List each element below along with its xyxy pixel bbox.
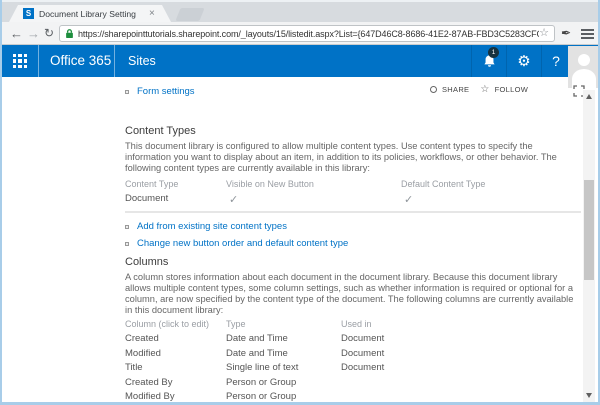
column-name-link[interactable]: Title bbox=[125, 361, 226, 376]
column-header: Visible on New Button bbox=[226, 179, 401, 189]
content-types-table-header: Content Type Visible on New Button Defau… bbox=[125, 179, 581, 189]
app-launcher-icon[interactable] bbox=[13, 54, 27, 68]
checkmark-icon: ✓ bbox=[401, 193, 581, 206]
https-lock-icon bbox=[65, 28, 74, 39]
scroll-down-icon[interactable] bbox=[586, 393, 592, 398]
bullet-icon bbox=[125, 242, 129, 246]
content-types-description: This document library is configured to a… bbox=[125, 141, 581, 174]
columns-title: Columns bbox=[125, 256, 581, 268]
bullet-icon bbox=[125, 90, 129, 94]
address-bar[interactable]: https://sharepointtutorials.sharepoint.c… bbox=[59, 25, 555, 42]
nav-sites[interactable]: Sites bbox=[128, 45, 156, 77]
form-settings-link[interactable]: Form settings bbox=[125, 86, 581, 97]
browser-toolbar: ← → ↻ https://sharepointtutorials.sharep… bbox=[2, 22, 598, 45]
sharepoint-favicon-icon: S bbox=[23, 8, 34, 19]
change-button-order-link[interactable]: Change new button order and default cont… bbox=[125, 238, 581, 249]
url-text: https://sharepointtutorials.sharepoint.c… bbox=[78, 29, 539, 39]
column-name-link[interactable]: Created By bbox=[125, 376, 226, 391]
table-row: Modified Date and Time Document bbox=[125, 347, 581, 362]
close-tab-icon[interactable]: × bbox=[149, 9, 155, 19]
table-row: Document ✓ ✓ bbox=[125, 193, 581, 206]
column-header: Type bbox=[226, 319, 341, 329]
columns-table-header: Column (click to edit) Type Used in bbox=[125, 319, 581, 329]
scrollbar-thumb[interactable] bbox=[584, 180, 594, 280]
content-type-link[interactable]: Document bbox=[125, 193, 226, 206]
back-icon[interactable]: ← bbox=[10, 25, 23, 42]
column-header: Default Content Type bbox=[401, 179, 581, 189]
column-header: Column (click to edit) bbox=[125, 319, 226, 329]
columns-table-body: Created Date and Time Document Modified … bbox=[125, 332, 581, 405]
user-avatar[interactable] bbox=[568, 46, 600, 88]
table-row: Title Single line of text Document bbox=[125, 361, 581, 376]
add-content-types-link[interactable]: Add from existing site content types bbox=[125, 221, 581, 232]
tab-title: Document Library Setting bbox=[39, 9, 145, 19]
forward-icon[interactable]: → bbox=[27, 25, 40, 42]
column-name-link[interactable]: Created bbox=[125, 332, 226, 347]
column-header: Content Type bbox=[125, 179, 226, 189]
notifications-button[interactable]: 1 bbox=[472, 45, 506, 77]
content-types-title: Content Types bbox=[125, 125, 581, 137]
column-name-link[interactable]: Modified bbox=[125, 347, 226, 362]
vertical-scrollbar[interactable] bbox=[583, 90, 595, 402]
browser-menu-icon[interactable] bbox=[581, 29, 594, 41]
office365-brand[interactable]: Office 365 bbox=[50, 45, 111, 77]
tab-strip: S Document Library Setting × bbox=[2, 0, 598, 22]
bullet-icon bbox=[125, 225, 129, 229]
browser-window: S Document Library Setting × ← → ↻ https… bbox=[0, 0, 600, 405]
column-header: Used in bbox=[341, 319, 581, 329]
new-tab-button[interactable] bbox=[175, 8, 204, 21]
bookmark-star-icon[interactable]: ☆ bbox=[539, 28, 549, 39]
suite-separator bbox=[114, 45, 115, 77]
browser-tab[interactable]: S Document Library Setting × bbox=[9, 5, 171, 22]
scroll-up-icon[interactable] bbox=[586, 94, 592, 99]
notification-badge: 1 bbox=[488, 47, 499, 58]
refresh-icon[interactable]: ↻ bbox=[44, 25, 54, 42]
table-row: Created Date and Time Document bbox=[125, 332, 581, 347]
suite-separator bbox=[38, 45, 39, 77]
table-row: Modified By Person or Group bbox=[125, 390, 581, 405]
columns-description: A column stores information about each d… bbox=[125, 272, 581, 316]
checkmark-icon: ✓ bbox=[226, 193, 401, 206]
extension-icon[interactable]: ✒ bbox=[561, 26, 571, 40]
office365-suite-bar: Office 365 Sites 1 ⚙ ? bbox=[2, 45, 598, 77]
column-name-link[interactable]: Modified By bbox=[125, 390, 226, 405]
table-row: Created By Person or Group bbox=[125, 376, 581, 391]
section-divider bbox=[125, 211, 581, 213]
settings-content: Form settings Content Types This documen… bbox=[125, 86, 581, 405]
settings-gear-icon[interactable]: ⚙ bbox=[507, 45, 541, 77]
